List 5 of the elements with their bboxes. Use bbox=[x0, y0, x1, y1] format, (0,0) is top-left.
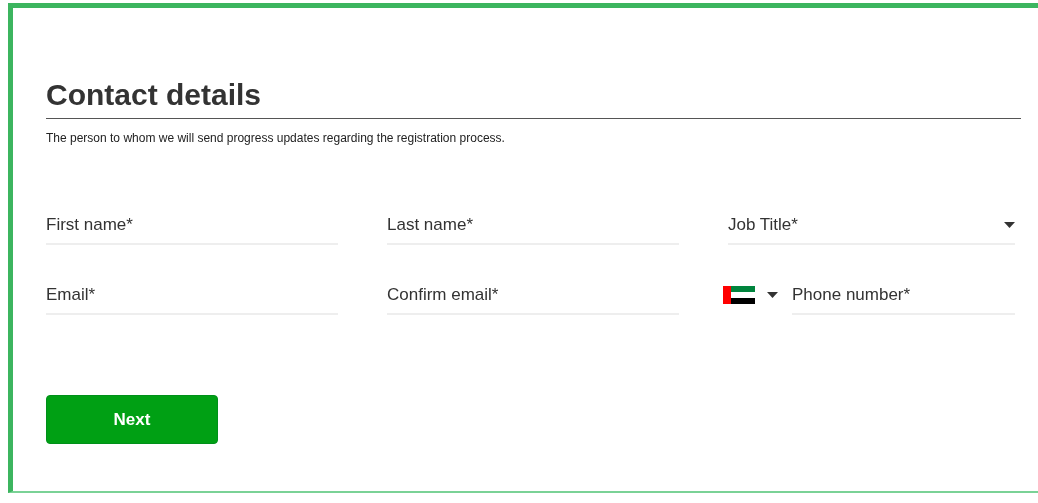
caret-icon bbox=[1004, 222, 1015, 228]
section-description: The person to whom we will send progress updates regarding the registration process. bbox=[46, 131, 506, 145]
section-heading: Contact details bbox=[46, 78, 1021, 119]
caret-icon bbox=[767, 292, 778, 298]
flag-icon bbox=[723, 286, 755, 304]
